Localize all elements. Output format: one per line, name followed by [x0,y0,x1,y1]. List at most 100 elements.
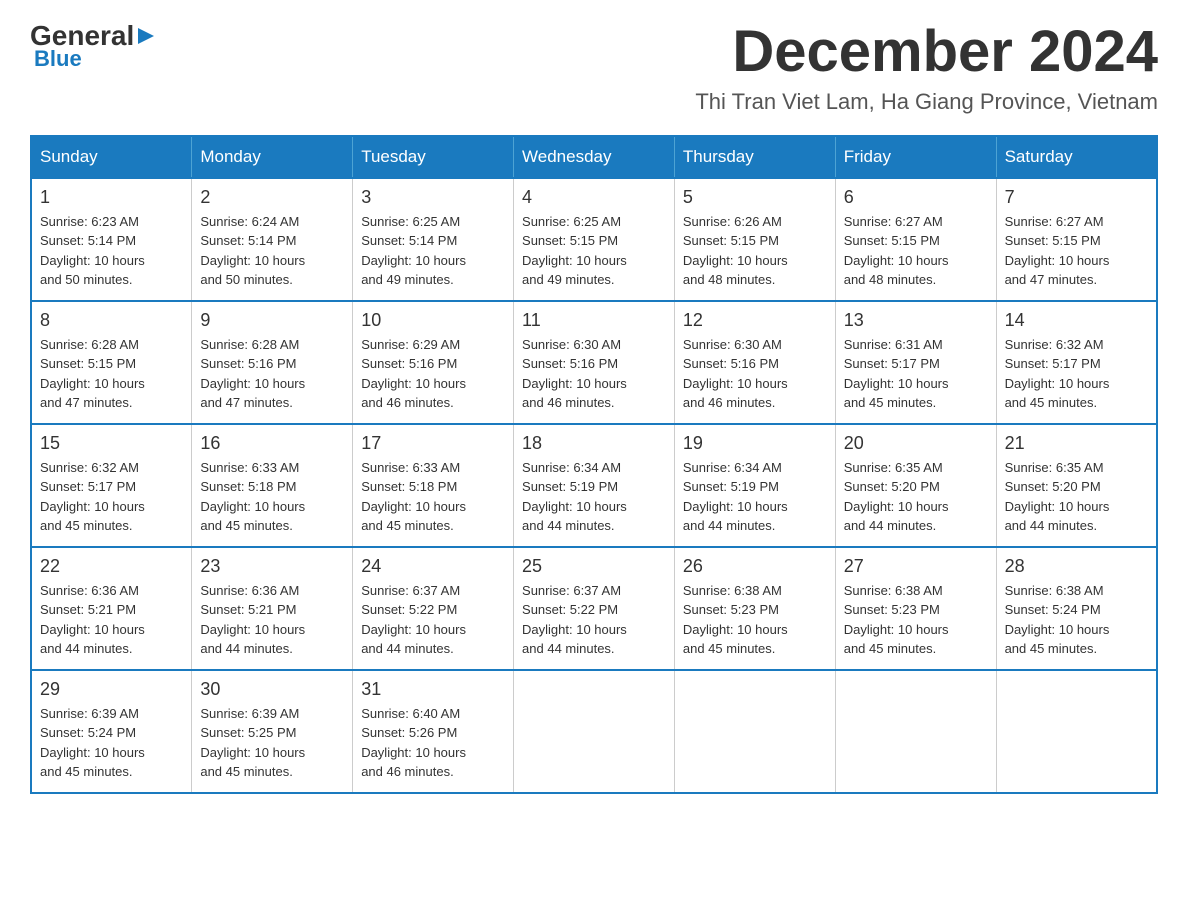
calendar-cell: 9 Sunrise: 6:28 AMSunset: 5:16 PMDayligh… [192,301,353,424]
day-info: Sunrise: 6:38 AMSunset: 5:24 PMDaylight:… [1005,581,1148,659]
header-tuesday: Tuesday [353,136,514,178]
header-saturday: Saturday [996,136,1157,178]
calendar-cell: 3 Sunrise: 6:25 AMSunset: 5:14 PMDayligh… [353,178,514,301]
calendar-cell: 8 Sunrise: 6:28 AMSunset: 5:15 PMDayligh… [31,301,192,424]
header-sunday: Sunday [31,136,192,178]
day-number: 21 [1005,433,1148,454]
day-number: 24 [361,556,505,577]
day-info: Sunrise: 6:27 AMSunset: 5:15 PMDaylight:… [1005,212,1148,290]
day-info: Sunrise: 6:38 AMSunset: 5:23 PMDaylight:… [683,581,827,659]
calendar-cell: 26 Sunrise: 6:38 AMSunset: 5:23 PMDaylig… [674,547,835,670]
day-number: 14 [1005,310,1148,331]
day-number: 31 [361,679,505,700]
location: Thi Tran Viet Lam, Ha Giang Province, Vi… [695,89,1158,115]
day-number: 13 [844,310,988,331]
day-info: Sunrise: 6:25 AMSunset: 5:14 PMDaylight:… [361,212,505,290]
calendar-cell: 15 Sunrise: 6:32 AMSunset: 5:17 PMDaylig… [31,424,192,547]
calendar-cell: 6 Sunrise: 6:27 AMSunset: 5:15 PMDayligh… [835,178,996,301]
calendar-cell [835,670,996,793]
day-number: 29 [40,679,183,700]
day-number: 11 [522,310,666,331]
day-number: 9 [200,310,344,331]
calendar-cell [674,670,835,793]
logo: General Blue [30,20,156,72]
day-info: Sunrise: 6:30 AMSunset: 5:16 PMDaylight:… [683,335,827,413]
day-info: Sunrise: 6:40 AMSunset: 5:26 PMDaylight:… [361,704,505,782]
calendar-cell: 14 Sunrise: 6:32 AMSunset: 5:17 PMDaylig… [996,301,1157,424]
calendar-cell [996,670,1157,793]
day-number: 30 [200,679,344,700]
day-info: Sunrise: 6:30 AMSunset: 5:16 PMDaylight:… [522,335,666,413]
day-info: Sunrise: 6:34 AMSunset: 5:19 PMDaylight:… [522,458,666,536]
page-header: General Blue December 2024 Thi Tran Viet… [30,20,1158,115]
day-info: Sunrise: 6:32 AMSunset: 5:17 PMDaylight:… [40,458,183,536]
calendar-cell [514,670,675,793]
day-number: 19 [683,433,827,454]
calendar-cell: 22 Sunrise: 6:36 AMSunset: 5:21 PMDaylig… [31,547,192,670]
day-number: 26 [683,556,827,577]
day-number: 23 [200,556,344,577]
day-info: Sunrise: 6:27 AMSunset: 5:15 PMDaylight:… [844,212,988,290]
day-info: Sunrise: 6:36 AMSunset: 5:21 PMDaylight:… [40,581,183,659]
calendar-cell: 18 Sunrise: 6:34 AMSunset: 5:19 PMDaylig… [514,424,675,547]
day-info: Sunrise: 6:34 AMSunset: 5:19 PMDaylight:… [683,458,827,536]
calendar-cell: 7 Sunrise: 6:27 AMSunset: 5:15 PMDayligh… [996,178,1157,301]
calendar-header-row: SundayMondayTuesdayWednesdayThursdayFrid… [31,136,1157,178]
calendar-week-row: 1 Sunrise: 6:23 AMSunset: 5:14 PMDayligh… [31,178,1157,301]
day-number: 1 [40,187,183,208]
calendar-cell: 23 Sunrise: 6:36 AMSunset: 5:21 PMDaylig… [192,547,353,670]
day-info: Sunrise: 6:29 AMSunset: 5:16 PMDaylight:… [361,335,505,413]
day-number: 8 [40,310,183,331]
day-info: Sunrise: 6:31 AMSunset: 5:17 PMDaylight:… [844,335,988,413]
day-info: Sunrise: 6:38 AMSunset: 5:23 PMDaylight:… [844,581,988,659]
calendar-cell: 27 Sunrise: 6:38 AMSunset: 5:23 PMDaylig… [835,547,996,670]
calendar-cell: 19 Sunrise: 6:34 AMSunset: 5:19 PMDaylig… [674,424,835,547]
day-info: Sunrise: 6:37 AMSunset: 5:22 PMDaylight:… [361,581,505,659]
day-number: 7 [1005,187,1148,208]
header-monday: Monday [192,136,353,178]
day-info: Sunrise: 6:37 AMSunset: 5:22 PMDaylight:… [522,581,666,659]
calendar-cell: 16 Sunrise: 6:33 AMSunset: 5:18 PMDaylig… [192,424,353,547]
calendar-cell: 10 Sunrise: 6:29 AMSunset: 5:16 PMDaylig… [353,301,514,424]
calendar-cell: 13 Sunrise: 6:31 AMSunset: 5:17 PMDaylig… [835,301,996,424]
day-info: Sunrise: 6:28 AMSunset: 5:15 PMDaylight:… [40,335,183,413]
calendar-cell: 25 Sunrise: 6:37 AMSunset: 5:22 PMDaylig… [514,547,675,670]
day-number: 28 [1005,556,1148,577]
calendar-cell: 31 Sunrise: 6:40 AMSunset: 5:26 PMDaylig… [353,670,514,793]
day-number: 22 [40,556,183,577]
day-number: 2 [200,187,344,208]
calendar-table: SundayMondayTuesdayWednesdayThursdayFrid… [30,135,1158,794]
day-info: Sunrise: 6:32 AMSunset: 5:17 PMDaylight:… [1005,335,1148,413]
calendar-cell: 11 Sunrise: 6:30 AMSunset: 5:16 PMDaylig… [514,301,675,424]
day-info: Sunrise: 6:35 AMSunset: 5:20 PMDaylight:… [844,458,988,536]
day-info: Sunrise: 6:39 AMSunset: 5:24 PMDaylight:… [40,704,183,782]
logo-blue-text: Blue [34,46,82,71]
day-number: 16 [200,433,344,454]
calendar-cell: 30 Sunrise: 6:39 AMSunset: 5:25 PMDaylig… [192,670,353,793]
day-info: Sunrise: 6:26 AMSunset: 5:15 PMDaylight:… [683,212,827,290]
calendar-cell: 21 Sunrise: 6:35 AMSunset: 5:20 PMDaylig… [996,424,1157,547]
day-number: 17 [361,433,505,454]
day-info: Sunrise: 6:24 AMSunset: 5:14 PMDaylight:… [200,212,344,290]
day-info: Sunrise: 6:36 AMSunset: 5:21 PMDaylight:… [200,581,344,659]
day-number: 18 [522,433,666,454]
day-number: 5 [683,187,827,208]
calendar-cell: 12 Sunrise: 6:30 AMSunset: 5:16 PMDaylig… [674,301,835,424]
calendar-week-row: 29 Sunrise: 6:39 AMSunset: 5:24 PMDaylig… [31,670,1157,793]
day-info: Sunrise: 6:23 AMSunset: 5:14 PMDaylight:… [40,212,183,290]
day-info: Sunrise: 6:33 AMSunset: 5:18 PMDaylight:… [361,458,505,536]
header-thursday: Thursday [674,136,835,178]
calendar-cell: 1 Sunrise: 6:23 AMSunset: 5:14 PMDayligh… [31,178,192,301]
day-number: 15 [40,433,183,454]
day-number: 25 [522,556,666,577]
day-number: 20 [844,433,988,454]
calendar-cell: 5 Sunrise: 6:26 AMSunset: 5:15 PMDayligh… [674,178,835,301]
day-info: Sunrise: 6:33 AMSunset: 5:18 PMDaylight:… [200,458,344,536]
day-info: Sunrise: 6:28 AMSunset: 5:16 PMDaylight:… [200,335,344,413]
title-section: December 2024 Thi Tran Viet Lam, Ha Gian… [695,20,1158,115]
day-info: Sunrise: 6:25 AMSunset: 5:15 PMDaylight:… [522,212,666,290]
calendar-cell: 20 Sunrise: 6:35 AMSunset: 5:20 PMDaylig… [835,424,996,547]
day-number: 12 [683,310,827,331]
day-number: 4 [522,187,666,208]
day-info: Sunrise: 6:35 AMSunset: 5:20 PMDaylight:… [1005,458,1148,536]
